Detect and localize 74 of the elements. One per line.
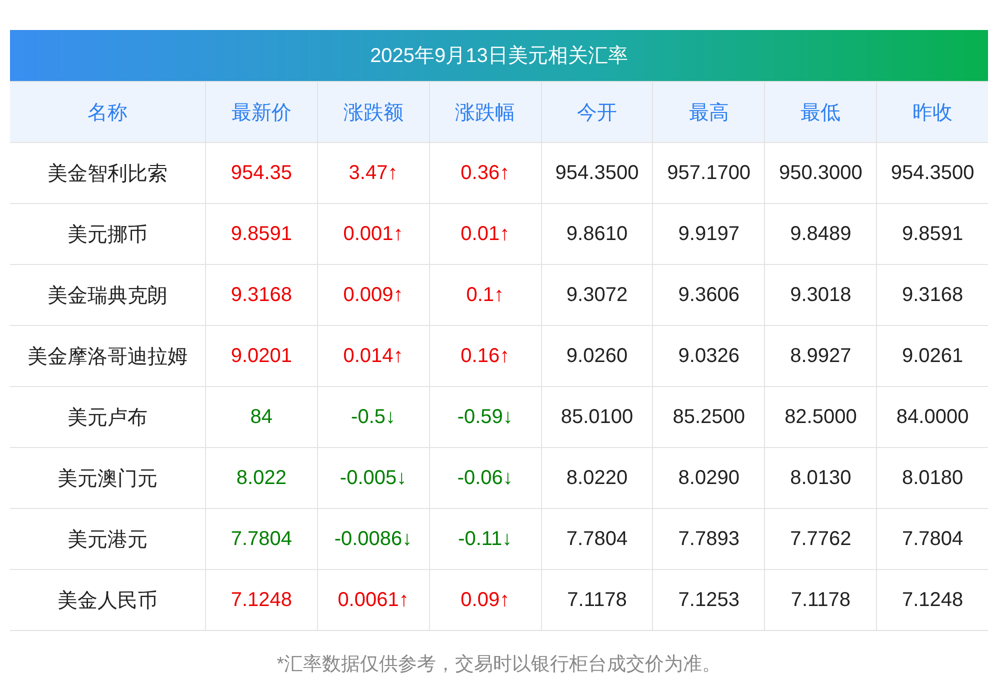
table-cell: 8.0290	[652, 447, 764, 508]
table-cell: 7.1248	[876, 569, 988, 630]
table-cell: 85.0100	[540, 386, 652, 447]
table-cell: -0.005↓	[316, 447, 429, 508]
table-cell: 8.0220	[540, 447, 652, 508]
table-cell: 0.01↑	[428, 203, 541, 264]
table-cell: -0.59↓	[428, 386, 541, 447]
table-cell: 美金摩洛哥迪拉姆	[10, 325, 205, 386]
column-header: 今开	[540, 81, 652, 142]
table-cell: 7.7762	[764, 508, 876, 569]
table-cell: -0.06↓	[428, 447, 541, 508]
table-cell: 0.014↑	[316, 325, 429, 386]
table-cell: 9.0261	[876, 325, 988, 386]
table-cell: 0.009↑	[316, 264, 429, 325]
table-cell: 美金瑞典克朗	[10, 264, 205, 325]
table-title: 2025年9月13日美元相关汇率	[10, 30, 988, 81]
table-cell: 9.0201	[205, 325, 317, 386]
table-cell: 美金智利比索	[10, 142, 205, 203]
table-cell: 954.35	[205, 142, 317, 203]
table-cell: 7.7804	[540, 508, 652, 569]
table-cell: 美元港元	[10, 508, 205, 569]
table-cell: 0.36↑	[428, 142, 541, 203]
table-cell: 957.1700	[652, 142, 764, 203]
column-header: 最低	[764, 81, 876, 142]
table-cell: 8.022	[205, 447, 317, 508]
table-cell: 0.0061↑	[316, 569, 429, 630]
table-cell: 3.47↑	[316, 142, 429, 203]
table-cell: 9.8610	[540, 203, 652, 264]
table-cell: 8.0180	[876, 447, 988, 508]
table-cell: 7.1178	[764, 569, 876, 630]
table-cell: 8.9927	[764, 325, 876, 386]
table-cell: 美金人民币	[10, 569, 205, 630]
column-header: 名称	[10, 81, 205, 142]
table-cell: 9.8591	[205, 203, 317, 264]
table-cell: 7.1178	[540, 569, 652, 630]
table-cell: 7.1253	[652, 569, 764, 630]
table-cell: 9.8489	[764, 203, 876, 264]
table-cell: 7.1248	[205, 569, 317, 630]
table-cell: 9.3168	[205, 264, 317, 325]
column-header: 昨收	[876, 81, 988, 142]
table-cell: 美元澳门元	[10, 447, 205, 508]
table-cell: 82.5000	[764, 386, 876, 447]
table-cell: 9.3072	[540, 264, 652, 325]
table-cell: 9.8591	[876, 203, 988, 264]
table-cell: 9.0260	[540, 325, 652, 386]
table-cell: 950.3000	[764, 142, 876, 203]
table-cell: 0.16↑	[428, 325, 541, 386]
table-cell: 9.3018	[764, 264, 876, 325]
table-cell: 7.7893	[652, 508, 764, 569]
table-cell: 9.3606	[652, 264, 764, 325]
table-cell: 85.2500	[652, 386, 764, 447]
table-cell: 美元挪币	[10, 203, 205, 264]
table-cell: 84.0000	[876, 386, 988, 447]
table-cell: 9.0326	[652, 325, 764, 386]
table-cell: 9.9197	[652, 203, 764, 264]
table-cell: 954.3500	[540, 142, 652, 203]
table-cell: 0.001↑	[316, 203, 429, 264]
footnote: *汇率数据仅供参考，交易时以银行柜台成交价为准。	[276, 653, 722, 677]
table-cell: 7.7804	[205, 508, 317, 569]
table-cell: 7.7804	[876, 508, 988, 569]
column-header: 涨跌额	[316, 81, 429, 142]
table-cell: 美元卢布	[10, 386, 205, 447]
table-cell: -0.0086↓	[316, 508, 429, 569]
table-cell: -0.5↓	[316, 386, 429, 447]
column-header: 最高	[652, 81, 764, 142]
table-cell: 8.0130	[764, 447, 876, 508]
table-cell: 84	[205, 386, 317, 447]
column-header: 最新价	[205, 81, 317, 142]
table-cell: 0.09↑	[428, 569, 541, 630]
column-header: 涨跌幅	[428, 81, 541, 142]
table-cell: 9.3168	[876, 264, 988, 325]
table-cell: 954.3500	[876, 142, 988, 203]
table-cell: 0.1↑	[428, 264, 541, 325]
table-cell: -0.11↓	[428, 508, 541, 569]
